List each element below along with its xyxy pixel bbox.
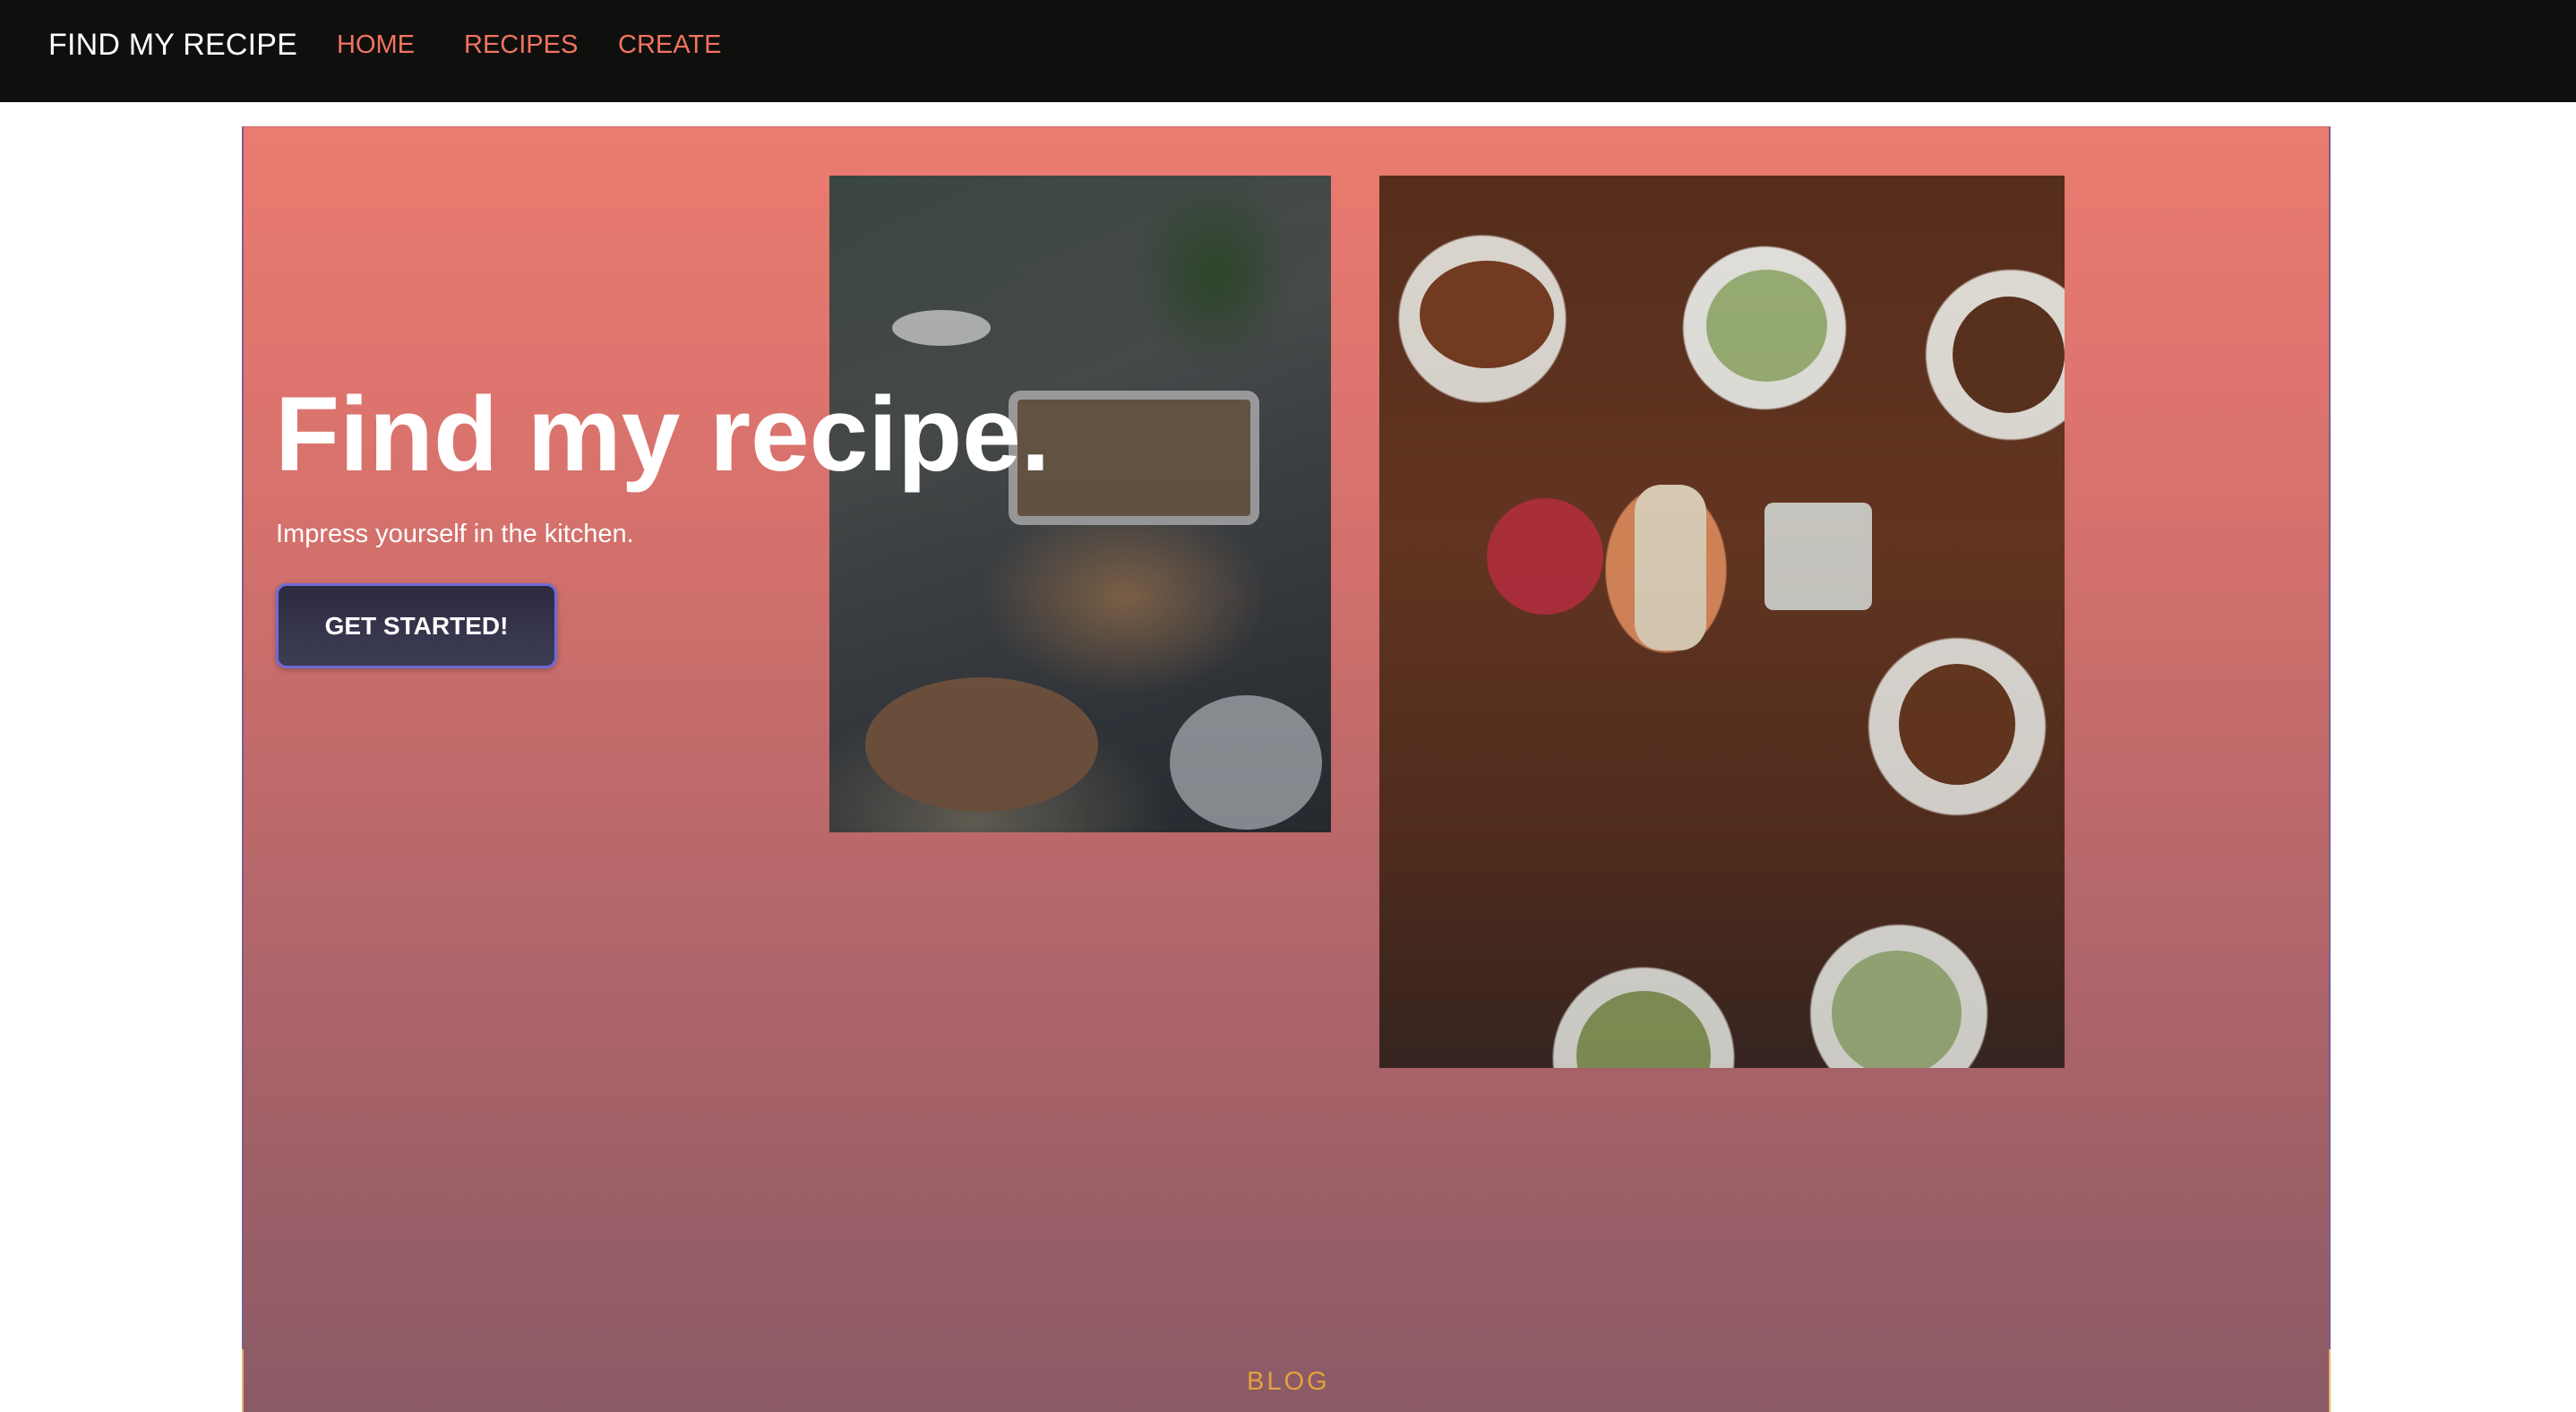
food-plates-overhead-photo: [1379, 176, 2065, 1068]
dinner-table-photo: [829, 176, 1331, 832]
hero-subtitle: Impress yourself in the kitchen.: [276, 520, 634, 548]
brand-logo-link[interactable]: FIND MY RECIPE: [48, 27, 297, 63]
nav-link-home[interactable]: HOME: [337, 30, 415, 60]
blog-link[interactable]: BLOG: [1247, 1366, 1330, 1397]
hero-title: Find my recipe.: [275, 375, 1051, 494]
top-navbar: FIND MY RECIPE HOME RECIPES CREATE: [0, 0, 2576, 102]
get-started-button[interactable]: GET STARTED!: [276, 583, 557, 668]
nav-link-recipes[interactable]: RECIPES: [464, 30, 578, 60]
nav-link-create[interactable]: CREATE: [618, 30, 721, 60]
